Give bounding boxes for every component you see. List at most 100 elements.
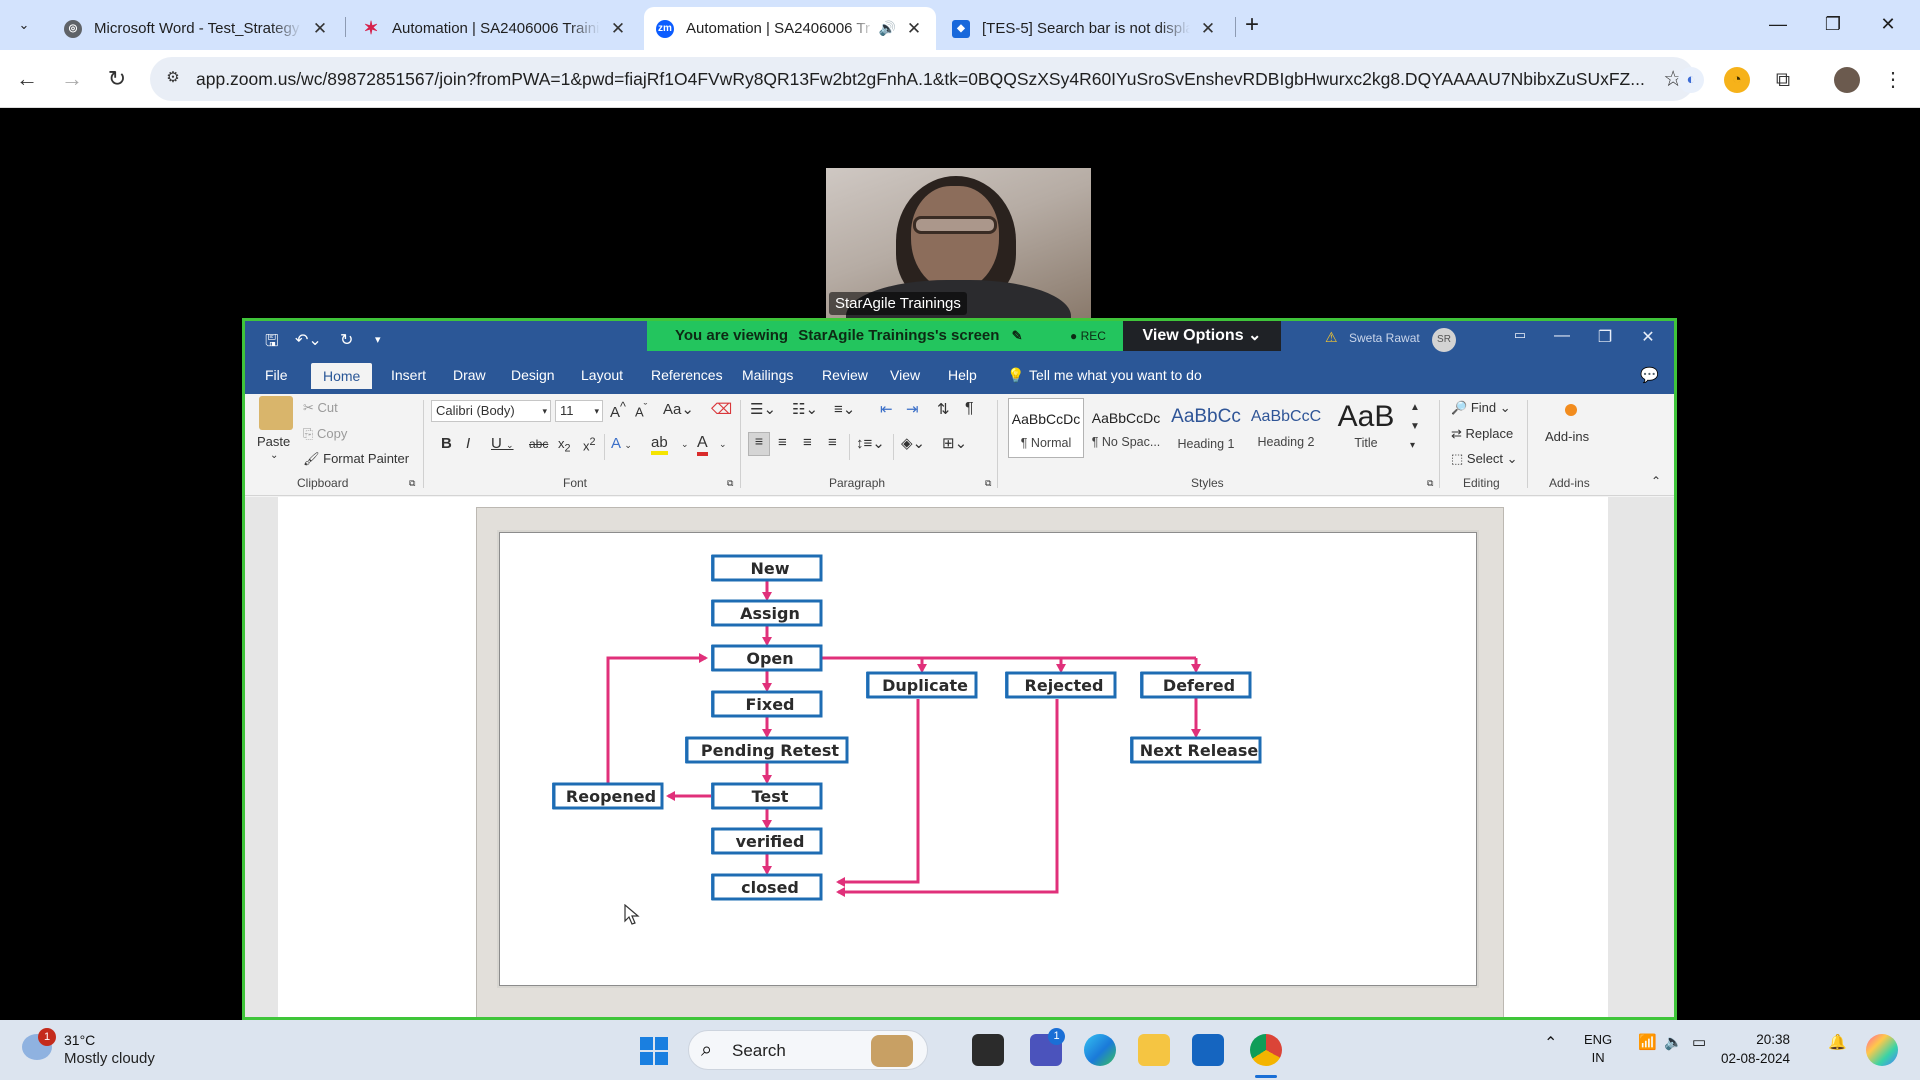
clear-formatting-icon[interactable]: ⌫ [711, 400, 732, 418]
show-formatting-icon[interactable]: ¶ [965, 400, 974, 418]
address-bar[interactable]: ⚙ app.zoom.us/wc/89872851567/join?fromPW… [150, 57, 1695, 101]
notification-bell-icon[interactable]: 🔔 [1828, 1033, 1847, 1051]
format-painter-button[interactable]: 🖌 Format Painter [303, 451, 409, 467]
browser-tab[interactable]: ◎ Microsoft Word - Test_Strategy ✕ [52, 7, 342, 50]
wifi-icon[interactable]: 📶 [1638, 1033, 1657, 1051]
chrome-icon[interactable] [1250, 1034, 1282, 1066]
add-ins-icon[interactable] [1565, 404, 1577, 416]
tab-insert[interactable]: Insert [391, 367, 426, 383]
tab-file[interactable]: File [265, 367, 288, 383]
close-icon[interactable]: ✕ [608, 19, 628, 39]
clipboard-launcher-icon[interactable]: ⧉ [409, 478, 415, 489]
paste-button[interactable]: Paste [257, 434, 290, 449]
annotate-icon[interactable]: ✎ [1012, 328, 1023, 343]
battery-icon[interactable]: ▭ [1692, 1033, 1706, 1051]
reload-icon[interactable]: ↻ [100, 62, 134, 96]
line-spacing-icon[interactable]: ↕≡⌄ [856, 434, 885, 452]
word-minimize-button[interactable]: — [1547, 327, 1577, 345]
font-color-dropdown-icon[interactable]: ⌄ [719, 439, 727, 450]
back-arrow-icon[interactable]: ← [10, 62, 44, 96]
speaker-icon[interactable]: 🔊 [879, 20, 896, 37]
tab-references[interactable]: References [651, 367, 723, 383]
bold-icon[interactable]: B [441, 435, 452, 452]
ribbon-display-icon[interactable]: ▭ [1505, 327, 1535, 343]
taskbar-search[interactable]: ⌕ Search [688, 1030, 928, 1070]
sort-icon[interactable]: ⇅ [937, 400, 950, 418]
tab-layout[interactable]: Layout [581, 367, 623, 383]
undo-icon[interactable]: ↶⌄ [295, 330, 322, 350]
profile-avatar[interactable] [1834, 67, 1860, 93]
borders-icon[interactable]: ⊞⌄ [942, 434, 967, 452]
tab-review[interactable]: Review [822, 367, 868, 383]
close-window-button[interactable]: ✕ [1868, 8, 1908, 40]
close-icon[interactable]: ✕ [1198, 19, 1218, 39]
text-effects-icon[interactable]: A ⌄ [611, 435, 632, 452]
font-size-dropdown[interactable]: 11 ▾ [555, 400, 603, 422]
tab-draw[interactable]: Draw [453, 367, 486, 383]
taskbar-clock[interactable]: 20:38 02-08-2024 [1720, 1030, 1790, 1068]
participant-video[interactable]: StarAgile Trainings [826, 168, 1091, 318]
browser-tab-active[interactable]: zm Automation | SA2406006 Tr 🔊 ✕ [644, 7, 936, 50]
style-no-spacing[interactable]: AaBbCcDc ¶ No Spac... [1088, 398, 1164, 458]
tab-help[interactable]: Help [948, 367, 977, 383]
chevron-up-icon[interactable]: ⌃ [1544, 1033, 1557, 1053]
style-heading-1[interactable]: AaBbCc Heading 1 [1168, 398, 1244, 458]
more-menu-icon[interactable]: ⋮ [1880, 67, 1906, 93]
style-normal[interactable]: AaBbCcDc ¶ Normal [1008, 398, 1084, 458]
view-options-button[interactable]: View Options ⌄ [1123, 321, 1281, 351]
store-icon[interactable] [1192, 1034, 1224, 1066]
document-page[interactable]: New Assign Open Fixed Pending Retest Test veri… [278, 497, 1608, 1017]
tab-home[interactable]: Home [311, 363, 373, 389]
increase-indent-icon[interactable]: ⇥ [906, 400, 919, 418]
paste-icon[interactable] [259, 396, 293, 430]
volume-icon[interactable]: 🔈 [1664, 1033, 1683, 1051]
styles-launcher-icon[interactable]: ⧉ [1427, 478, 1433, 489]
flowchart-image[interactable]: New Assign Open Fixed Pending Retest Test veri… [476, 507, 1504, 1017]
redo-icon[interactable]: ↻ [340, 330, 353, 350]
tab-design[interactable]: Design [511, 367, 555, 383]
language-indicator[interactable]: ENG IN [1584, 1031, 1612, 1067]
url-text[interactable]: app.zoom.us/wc/89872851567/join?fromPWA=… [196, 69, 1646, 90]
extension-icon[interactable]: ◐ [1678, 67, 1704, 93]
highlight-icon[interactable]: ab [651, 434, 668, 455]
restore-button[interactable]: ❐ [1813, 8, 1853, 40]
browser-tab[interactable]: ✶ Automation | SA2406006 Trainin ✕ [350, 7, 640, 50]
align-center-icon[interactable]: ≡ [778, 434, 787, 451]
multilevel-list-icon[interactable]: ≡⌄ [834, 400, 855, 418]
select-button[interactable]: ⬚ Select ⌄ [1451, 451, 1518, 467]
tab-view[interactable]: View [890, 367, 920, 383]
forward-arrow-icon[interactable]: → [55, 62, 89, 96]
extension-icon[interactable]: ◔ [1724, 67, 1750, 93]
cut-button[interactable]: ✂ Cut [303, 400, 338, 416]
align-right-icon[interactable]: ≡ [803, 434, 812, 451]
copilot-icon[interactable] [1866, 1034, 1898, 1066]
styles-scroll-icon[interactable]: ▲ ▼ ▾ [1410, 398, 1420, 455]
save-icon[interactable]: 🖫 [265, 330, 279, 357]
tab-search-button[interactable]: ⌄ [12, 13, 36, 37]
shrink-font-icon[interactable]: Aˇ [635, 402, 647, 419]
replace-button[interactable]: ⇄ Replace [1451, 426, 1513, 442]
paragraph-launcher-icon[interactable]: ⧉ [985, 478, 991, 489]
style-title[interactable]: AaB Title [1328, 398, 1404, 458]
strikethrough-icon[interactable]: abc [529, 437, 548, 451]
user-avatar[interactable]: SR [1432, 328, 1456, 352]
site-settings-icon[interactable]: ⚙ [162, 68, 184, 90]
file-explorer-icon[interactable] [1138, 1034, 1170, 1066]
font-name-dropdown[interactable]: Calibri (Body) ▾ [431, 400, 551, 422]
puzzle-icon[interactable]: ⧉ [1770, 67, 1796, 93]
italic-icon[interactable]: I [466, 435, 470, 452]
new-tab-button[interactable]: + [1245, 11, 1259, 39]
find-button[interactable]: 🔎 Find ⌄ [1451, 400, 1511, 416]
shading-icon[interactable]: ◈⌄ [901, 434, 925, 452]
style-heading-2[interactable]: AaBbCcC Heading 2 [1248, 398, 1324, 458]
superscript-icon[interactable]: x2 [583, 436, 596, 453]
word-close-button[interactable]: ✕ [1633, 327, 1663, 347]
font-color-icon[interactable]: A [697, 434, 708, 456]
bullets-icon[interactable]: ☰⌄ [750, 400, 776, 418]
close-icon[interactable]: ✕ [904, 19, 924, 39]
tell-me-search[interactable]: Tell me what you want to do [1029, 367, 1202, 383]
add-ins-button[interactable]: Add-ins [1545, 429, 1589, 444]
task-view-icon[interactable] [972, 1034, 1004, 1066]
windows-start-icon[interactable] [640, 1037, 668, 1065]
weather-widget[interactable]: 1 31°C Mostly cloudy [22, 1028, 222, 1070]
